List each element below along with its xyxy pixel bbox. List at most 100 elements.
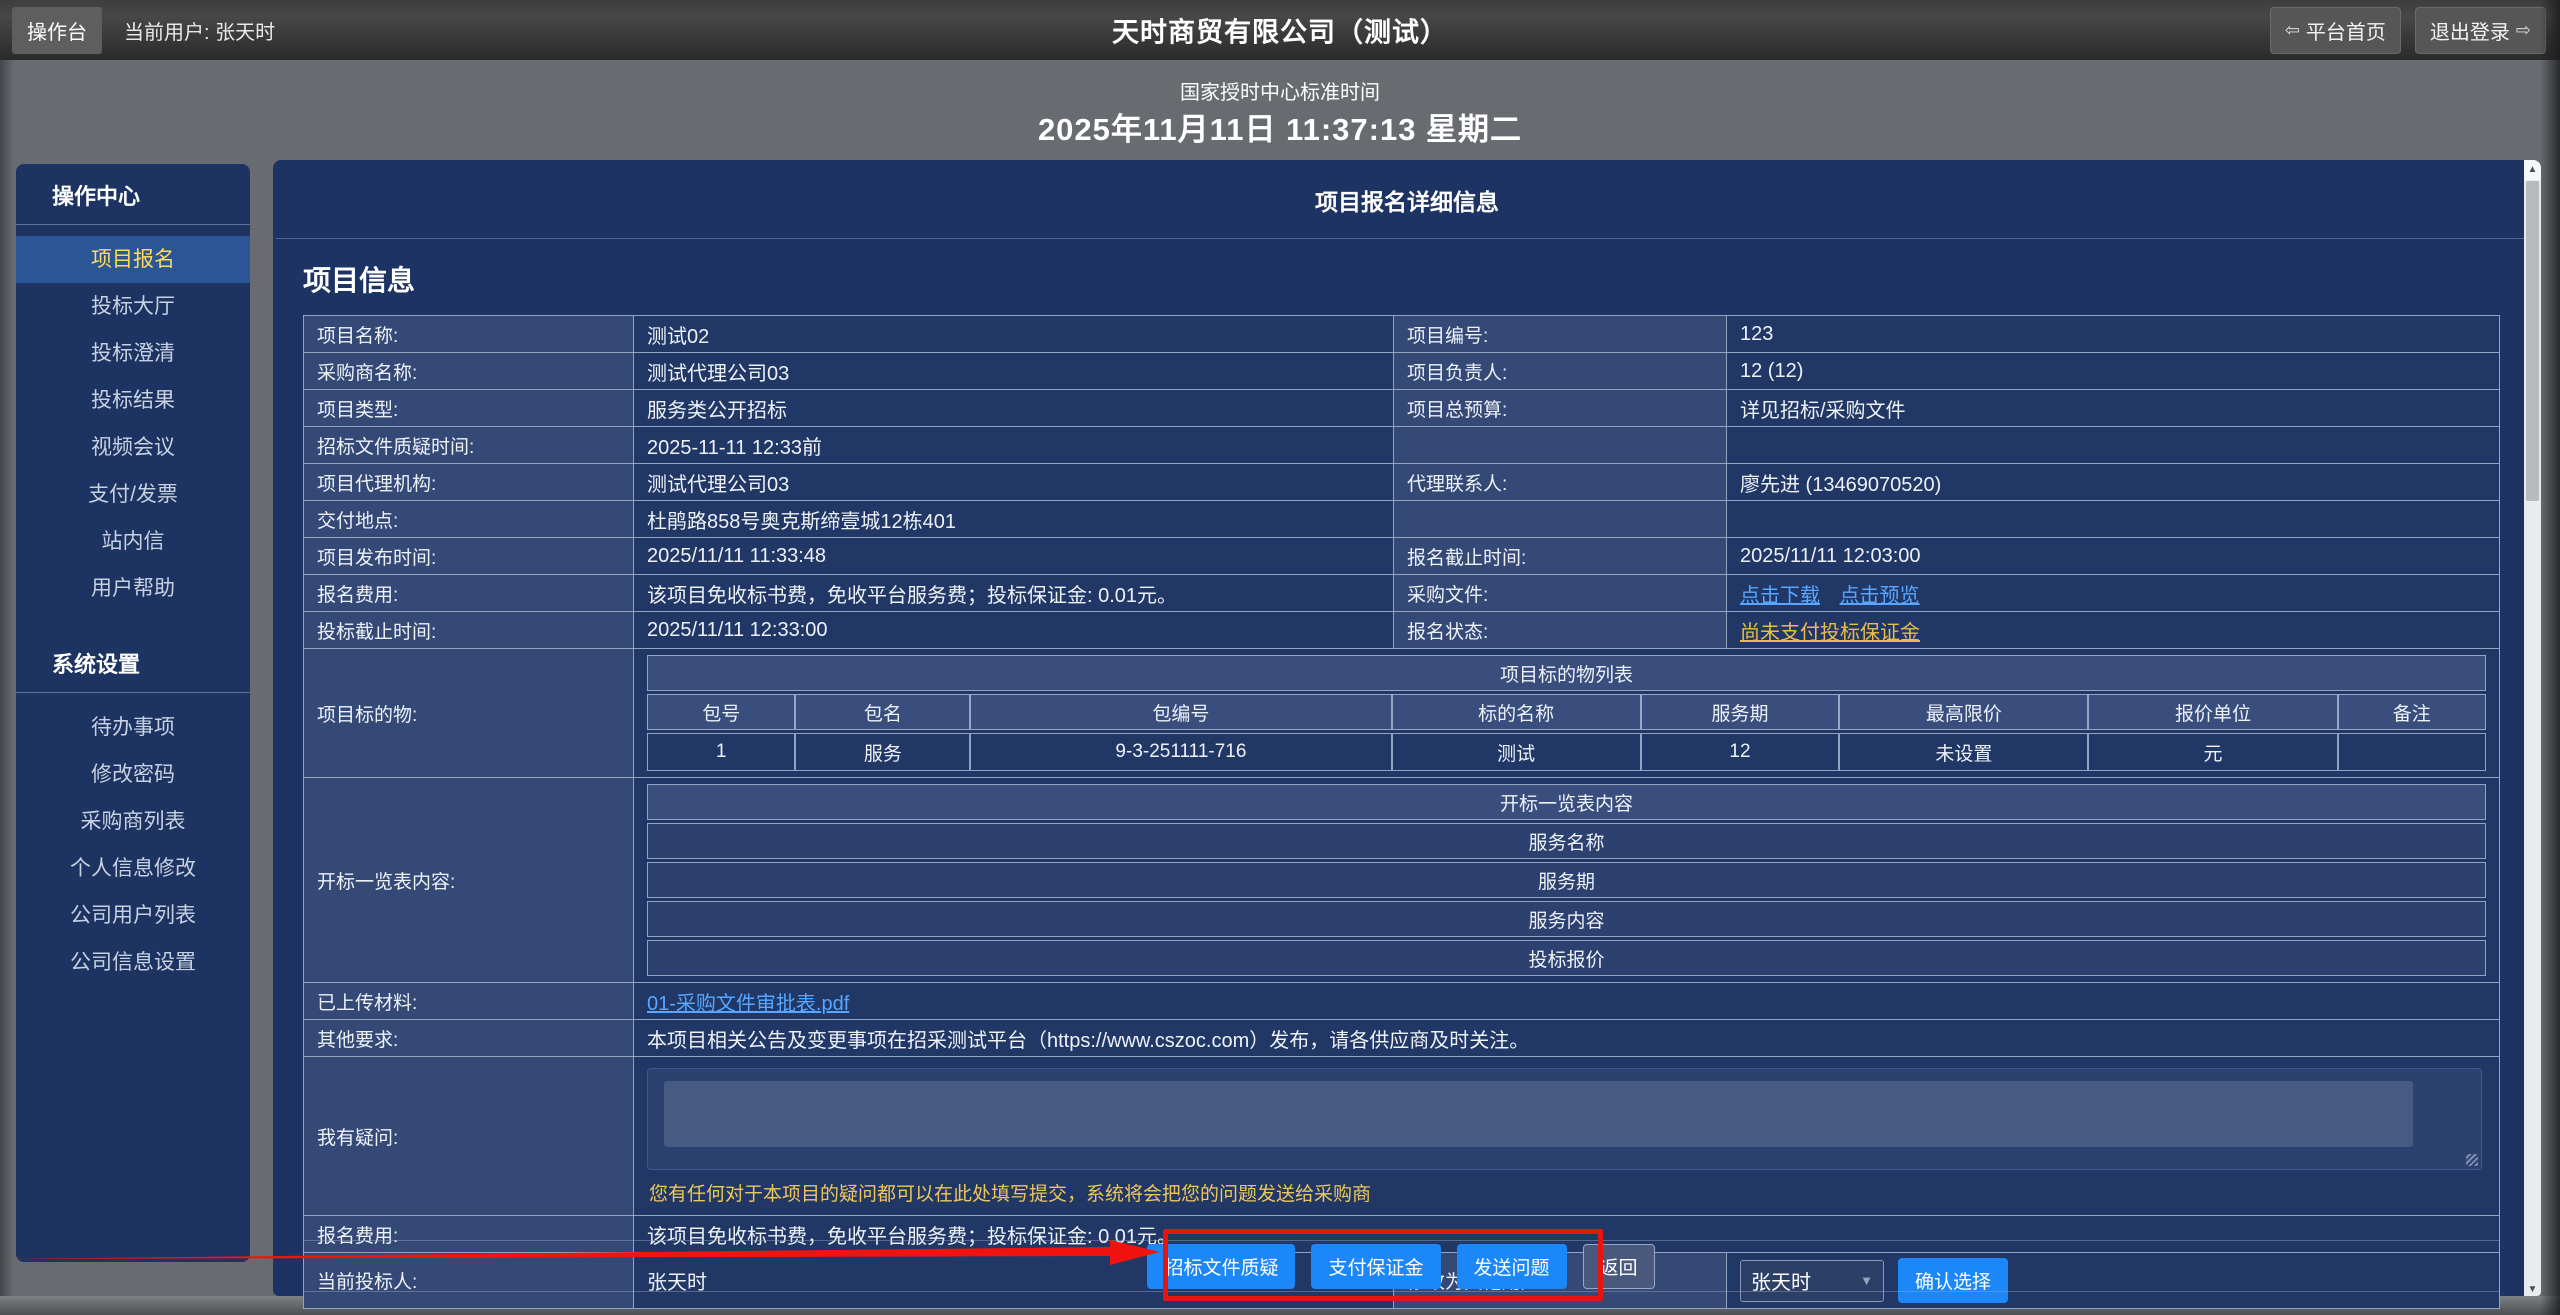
goods-data-row: 1 服务 9-3-251111-716 测试 12 未设置 元: [647, 733, 2486, 771]
field-value: 2025/11/11 12:33:00: [634, 612, 1394, 649]
page-title: 项目报名详细信息: [273, 160, 2541, 238]
goods-col-header: 报价单位: [2088, 694, 2337, 730]
field-value: 杜鹃路858号奥克斯缔壹城12栋401: [634, 501, 1394, 538]
sidebar-item-purchaser-list[interactable]: 采购商列表: [16, 798, 250, 845]
field-value: 2025/11/11 11:33:48: [634, 538, 1394, 575]
sidebar-item-bid-hall[interactable]: 投标大厅: [16, 283, 250, 330]
section-title: 项目信息: [303, 259, 2541, 299]
field-label: 我有疑问:: [304, 1057, 634, 1216]
goods-cell: 未设置: [1839, 733, 2088, 771]
console-button[interactable]: 操作台: [12, 7, 102, 54]
main-panel: 项目报名详细信息 项目信息 项目名称: 测试02 项目编号: 123 采购商名称…: [273, 160, 2541, 1296]
field-value: 123: [1727, 316, 2500, 353]
signup-fee-value: 该项目免收标书费，免收平台服务费；投标保证金: 0.01元。: [634, 575, 1394, 612]
table-row: 采购商名称: 测试代理公司03 项目负责人: 12 (12): [304, 353, 2500, 390]
uploaded-file-link[interactable]: 01-采购文件审批表.pdf: [647, 993, 849, 1015]
sidebar-item-pay-invoice[interactable]: 支付/发票: [16, 471, 250, 518]
field-value: 廖先进 (13469070520): [1727, 464, 2500, 501]
logout-arrow-icon: ⇨: [2516, 20, 2531, 41]
signup-status-link[interactable]: 尚未支付投标保证金: [1740, 622, 1920, 644]
field-label: 项目代理机构:: [304, 464, 634, 501]
field-label: 投标截止时间:: [304, 612, 634, 649]
top-bar: 操作台 当前用户: 张天时 天时商贸有限公司（测试） ⇦ 平台首页 退出登录 ⇨: [0, 0, 2560, 60]
scrollbar-thumb[interactable]: [2526, 181, 2539, 501]
goods-cell: 元: [2088, 733, 2337, 771]
goods-table: 项目标的物列表 包号 包名 包编号 标的名称 服务期 最高限价 报价单位 备注: [647, 652, 2486, 774]
platform-home-button[interactable]: ⇦ 平台首页: [2270, 7, 2401, 54]
bid-table-row: 投标报价: [647, 940, 2486, 976]
scroll-down-icon[interactable]: ▼: [2524, 1284, 2541, 1295]
scroll-up-icon[interactable]: ▲: [2524, 160, 2541, 180]
sidebar-item-company-users[interactable]: 公司用户列表: [16, 892, 250, 939]
goods-col-header: 最高限价: [1839, 694, 2088, 730]
sidebar-item-bid-result[interactable]: 投标结果: [16, 377, 250, 424]
field-value: 12 (12): [1727, 353, 2500, 390]
title-divider: [276, 238, 2538, 239]
sidebar-item-project-signup[interactable]: 项目报名: [16, 236, 250, 283]
table-row: 投标截止时间: 2025/11/11 12:33:00 报名状态: 尚未支付投标…: [304, 612, 2500, 649]
field-value: 详见招标/采购文件: [1727, 390, 2500, 427]
clock-caption: 国家授时中心标准时间: [0, 76, 2560, 105]
sidebar-item-change-password[interactable]: 修改密码: [16, 751, 250, 798]
bid-table-row: 服务名称: [647, 823, 2486, 859]
goods-col-header: 服务期: [1641, 694, 1840, 730]
sidebar-item-profile-edit[interactable]: 个人信息修改: [16, 845, 250, 892]
download-doc-link[interactable]: 点击下载: [1740, 585, 1820, 607]
field-value-empty: [1727, 501, 2500, 538]
field-label: 报名状态:: [1394, 612, 1727, 649]
bid-form-table: 开标一览表内容 服务名称 服务期 服务内容 投标报价: [647, 781, 2486, 979]
table-row: 项目类型: 服务类公开招标 项目总预算: 详见招标/采购文件: [304, 390, 2500, 427]
sidebar-item-bid-clarify[interactable]: 投标澄清: [16, 330, 250, 377]
resize-grip-icon[interactable]: [2466, 1154, 2478, 1166]
field-label: 其他要求:: [304, 1020, 634, 1057]
return-button[interactable]: 返回: [1583, 1244, 1655, 1289]
platform-home-label: 平台首页: [2306, 16, 2386, 45]
table-row: 项目发布时间: 2025/11/11 11:33:48 报名截止时间: 2025…: [304, 538, 2500, 575]
goods-col-header: 包编号: [970, 694, 1391, 730]
left-edge-shadow: [0, 60, 14, 1315]
goods-row: 项目标的物: 项目标的物列表 包号 包名 包编号 标的名称 服务期 最高限价 报…: [304, 649, 2500, 778]
goods-col-header: 标的名称: [1392, 694, 1641, 730]
field-label: 项目总预算:: [1394, 390, 1727, 427]
sidebar-item-site-mail[interactable]: 站内信: [16, 518, 250, 565]
company-title: 天时商贸有限公司（测试）: [1112, 11, 1448, 50]
goods-col-header: 包名: [795, 694, 970, 730]
table-row: 项目代理机构: 测试代理公司03 代理联系人: 廖先进 (13469070520…: [304, 464, 2500, 501]
sidebar-item-todo[interactable]: 待办事项: [16, 704, 250, 751]
field-value: 测试代理公司03: [634, 464, 1394, 501]
field-value: 2025/11/11 12:03:00: [1727, 538, 2500, 575]
footer-button-bar: 招标文件质疑 支付保证金 发送问题 返回: [303, 1240, 2499, 1292]
field-label: 代理联系人:: [1394, 464, 1727, 501]
goods-cell: 服务: [795, 733, 970, 771]
field-label: 招标文件质疑时间:: [304, 427, 634, 464]
send-question-button[interactable]: 发送问题: [1457, 1244, 1567, 1289]
field-label: 已上传材料:: [304, 983, 634, 1020]
goods-table-title: 项目标的物列表: [647, 655, 2486, 691]
field-label: 交付地点:: [304, 501, 634, 538]
table-row: 已上传材料: 01-采购文件审批表.pdf: [304, 983, 2500, 1020]
field-value: 服务类公开招标: [634, 390, 1394, 427]
field-label: 报名截止时间:: [1394, 538, 1727, 575]
field-label: 开标一览表内容:: [304, 778, 634, 983]
sidebar-item-user-help[interactable]: 用户帮助: [16, 565, 250, 612]
logout-button[interactable]: 退出登录 ⇨: [2415, 7, 2546, 54]
question-textarea[interactable]: [664, 1081, 2413, 1147]
scrollbar[interactable]: ▲ ▼: [2524, 160, 2541, 1296]
other-requirements-value: 本项目相关公告及变更事项在招采测试平台（https://www.cszoc.co…: [634, 1020, 2500, 1057]
clock-datetime: 2025年11月11日 11:37:13 星期二: [0, 104, 2560, 149]
bid-table-row: 服务期: [647, 862, 2486, 898]
sidebar-item-video-meeting[interactable]: 视频会议: [16, 424, 250, 471]
question-box: [647, 1068, 2482, 1170]
sidebar-item-company-settings[interactable]: 公司信息设置: [16, 939, 250, 986]
preview-doc-link[interactable]: 点击预览: [1840, 585, 1920, 607]
field-label: 采购商名称:: [304, 353, 634, 390]
field-label: 项目发布时间:: [304, 538, 634, 575]
pay-deposit-button[interactable]: 支付保证金: [1311, 1244, 1440, 1289]
doc-question-button[interactable]: 招标文件质疑: [1147, 1244, 1295, 1289]
project-info-table: 项目名称: 测试02 项目编号: 123 采购商名称: 测试代理公司03 项目负…: [303, 315, 2500, 1309]
logout-label: 退出登录: [2430, 16, 2510, 45]
field-label: 项目标的物:: [304, 649, 634, 778]
table-row: 招标文件质疑时间: 2025-11-11 12:33前: [304, 427, 2500, 464]
field-label: 项目类型:: [304, 390, 634, 427]
sidebar-header-system: 系统设置: [16, 632, 250, 693]
